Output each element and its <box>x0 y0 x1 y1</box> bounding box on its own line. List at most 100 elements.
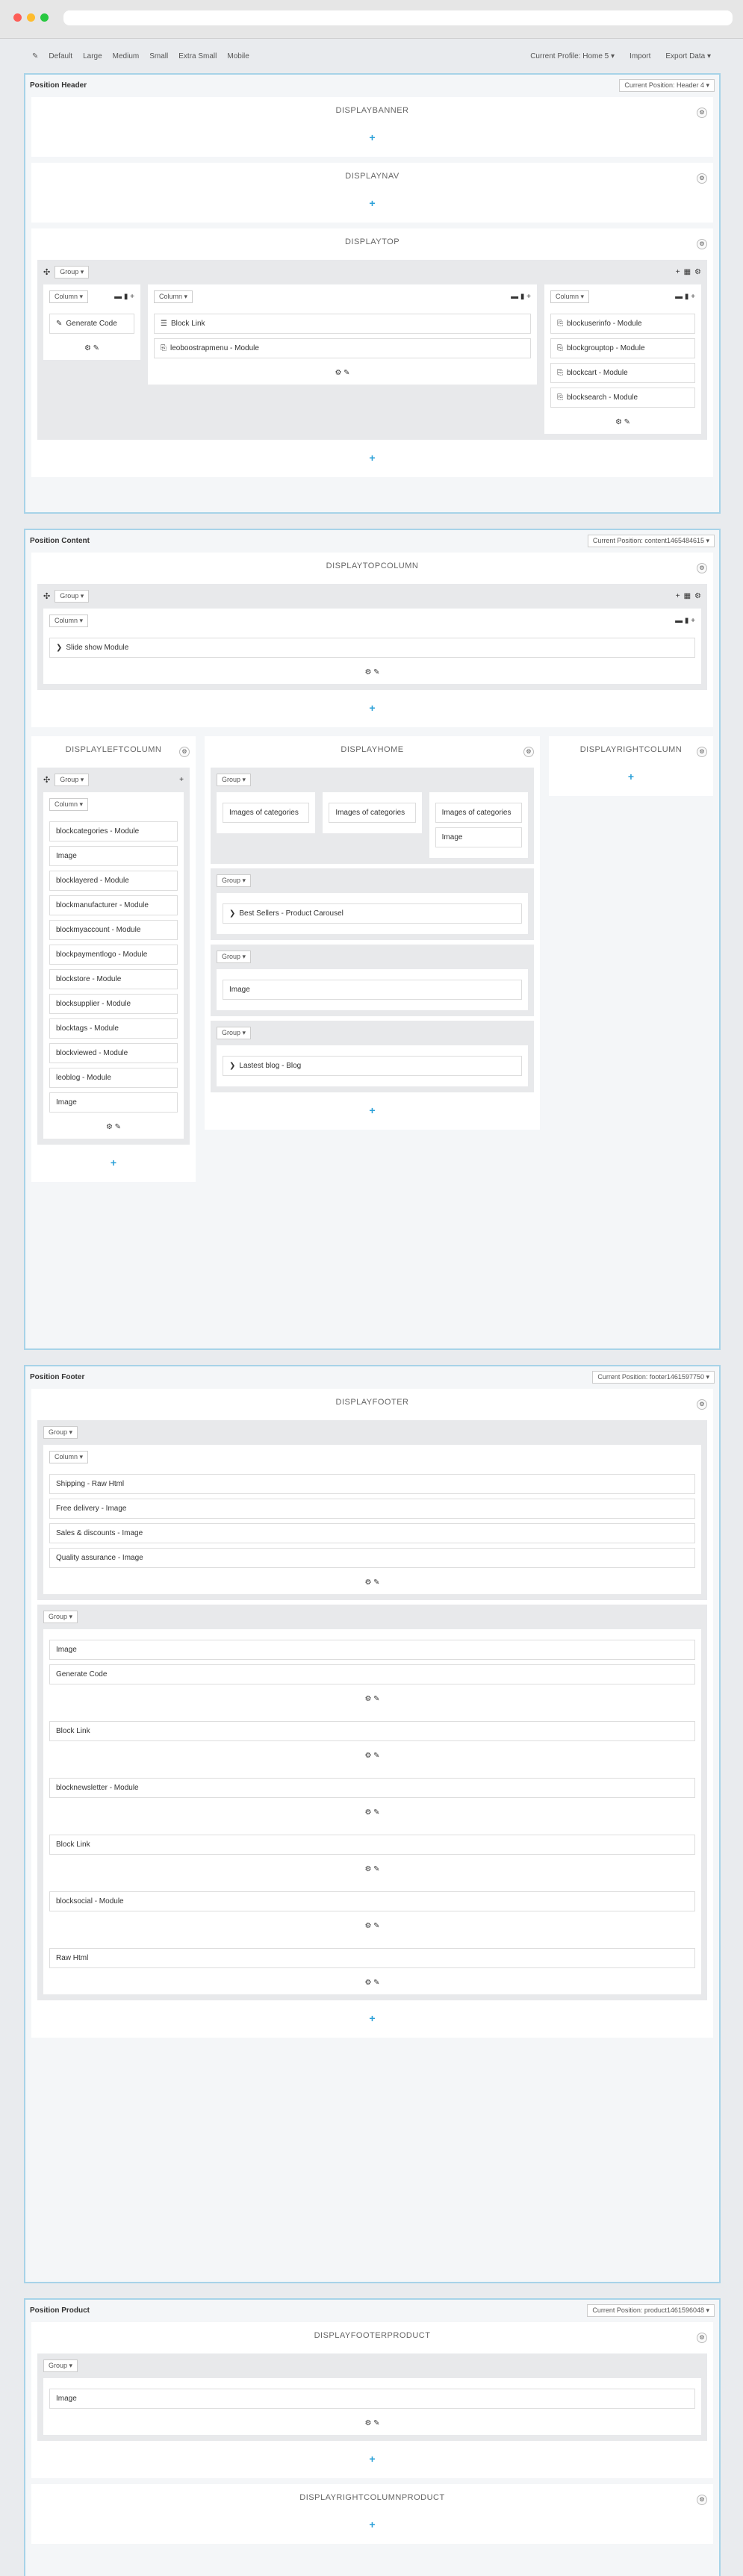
size-mobile[interactable]: Mobile <box>223 50 252 63</box>
size-default[interactable]: Default <box>45 50 76 63</box>
group-dropdown[interactable]: Group ▾ <box>43 2359 78 2372</box>
grid-icon[interactable]: ▦ <box>684 592 691 600</box>
module[interactable]: Block Link <box>49 1721 695 1741</box>
edit-icon[interactable]: ⚙ ✎ <box>49 1916 695 1932</box>
module[interactable]: blocksupplier - Module <box>49 994 178 1014</box>
add-icon[interactable]: + <box>37 124 707 151</box>
column-dropdown[interactable]: Column ▾ <box>49 290 89 303</box>
module[interactable]: ☰ Block Link <box>154 314 531 334</box>
module[interactable]: ⎘ leoboostrapmenu - Module <box>154 338 531 358</box>
add-icon[interactable]: + <box>37 1149 190 1176</box>
module[interactable]: Image <box>435 827 522 847</box>
add-icon[interactable]: + <box>211 1097 534 1124</box>
column-dropdown[interactable]: Column ▾ <box>49 1451 89 1463</box>
profile-button[interactable]: Current Profile: Home 5 ▾ <box>526 50 618 63</box>
gear-icon[interactable]: ⚙ <box>697 2333 707 2343</box>
gear-icon[interactable]: ⚙ <box>697 563 707 573</box>
gear-icon[interactable]: ⚙ <box>697 173 707 184</box>
close-dot[interactable] <box>13 13 22 22</box>
minimize-dot[interactable] <box>27 13 35 22</box>
module[interactable]: Images of categories <box>435 803 522 823</box>
edit-icon[interactable]: ⚙ ✎ <box>49 662 695 678</box>
module[interactable]: blockmanufacturer - Module <box>49 895 178 915</box>
group-dropdown[interactable]: Group ▾ <box>55 590 90 603</box>
module[interactable]: ✎ Generate Code <box>49 314 134 334</box>
gear-icon[interactable]: ⚙ <box>697 2495 707 2505</box>
module[interactable]: Generate Code <box>49 1664 695 1684</box>
edit-icon[interactable]: ⚙ ✎ <box>49 1572 695 1588</box>
module[interactable]: Image <box>49 1092 178 1113</box>
size-large[interactable]: Large <box>79 50 106 63</box>
current-position-button[interactable]: Current Position: footer1461597750 ▾ <box>592 1370 715 1384</box>
module[interactable]: blockmyaccount - Module <box>49 920 178 940</box>
group-dropdown[interactable]: Group ▾ <box>43 1611 78 1623</box>
module[interactable]: leoblog - Module <box>49 1068 178 1088</box>
add-icon[interactable]: + <box>555 763 707 790</box>
module[interactable]: Block Link <box>49 1835 695 1855</box>
current-position-button[interactable]: Current Position: Header 4 ▾ <box>619 78 715 92</box>
edit-icon[interactable]: ⚙ ✎ <box>154 363 531 379</box>
column-dropdown[interactable]: Column ▾ <box>550 290 590 303</box>
group-dropdown[interactable]: Group ▾ <box>217 774 252 786</box>
export-button[interactable]: Export Data ▾ <box>662 50 715 63</box>
module[interactable]: ⎘ blockcart - Module <box>550 363 695 383</box>
group-dropdown[interactable]: Group ▾ <box>55 266 90 279</box>
add-icon[interactable]: + <box>37 190 707 217</box>
module[interactable]: blocktags - Module <box>49 1018 178 1039</box>
add-icon[interactable]: + <box>676 268 680 276</box>
gear-icon[interactable]: ⚙ <box>697 1399 707 1410</box>
gear-icon[interactable]: ⚙ <box>694 268 701 276</box>
add-icon[interactable]: + <box>37 2445 707 2472</box>
edit-icon[interactable]: ⚙ ✎ <box>49 2413 695 2429</box>
edit-icon[interactable]: ⚙ ✎ <box>49 1859 695 1875</box>
grid-icon[interactable]: ▦ <box>684 268 691 276</box>
module[interactable]: blockpaymentlogo - Module <box>49 945 178 965</box>
size-medium[interactable]: Medium <box>109 50 143 63</box>
pencil-icon[interactable]: ✎ <box>28 50 42 63</box>
column-dropdown[interactable]: Column ▾ <box>49 615 89 627</box>
module[interactable]: Free delivery - Image <box>49 1499 695 1519</box>
module[interactable]: Image <box>223 980 522 1000</box>
gear-icon[interactable]: ⚙ <box>179 747 190 757</box>
module[interactable]: blockcategories - Module <box>49 821 178 841</box>
module[interactable]: ⎘ blockgrouptop - Module <box>550 338 695 358</box>
move-icon[interactable]: ✣ <box>43 591 50 601</box>
current-position-button[interactable]: Current Position: product1461596048 ▾ <box>587 2303 715 2317</box>
module[interactable]: ⎘ blocksearch - Module <box>550 388 695 408</box>
column-dropdown[interactable]: Column ▾ <box>49 798 89 811</box>
module[interactable]: blockstore - Module <box>49 969 178 989</box>
move-icon[interactable]: ✣ <box>43 775 50 785</box>
move-icon[interactable]: ✣ <box>43 267 50 277</box>
add-icon[interactable]: + <box>37 2005 707 2032</box>
module[interactable]: Images of categories <box>329 803 416 823</box>
column-tools[interactable]: ▬ ▮ + <box>675 293 695 301</box>
edit-icon[interactable]: ⚙ ✎ <box>550 412 695 428</box>
module[interactable]: blockviewed - Module <box>49 1043 178 1063</box>
group-dropdown[interactable]: Group ▾ <box>55 774 90 786</box>
group-dropdown[interactable]: Group ▾ <box>217 874 252 887</box>
gear-icon[interactable]: ⚙ <box>697 108 707 118</box>
module[interactable]: ❯ Best Sellers - Product Carousel <box>223 903 522 924</box>
add-icon[interactable]: + <box>37 694 707 721</box>
current-position-button[interactable]: Current Position: content1465484615 ▾ <box>587 534 715 547</box>
module[interactable]: Raw Html <box>49 1948 695 1968</box>
add-icon[interactable]: + <box>37 2511 707 2538</box>
gear-icon[interactable]: ⚙ <box>523 747 534 757</box>
module[interactable]: Sales & discounts - Image <box>49 1523 695 1543</box>
module[interactable]: ❯ Lastest blog - Blog <box>223 1056 522 1076</box>
group-dropdown[interactable]: Group ▾ <box>217 951 252 963</box>
column-dropdown[interactable]: Column ▾ <box>154 290 193 303</box>
import-button[interactable]: Import <box>626 50 654 63</box>
edit-icon[interactable]: ⚙ ✎ <box>49 338 134 354</box>
module[interactable]: blocklayered - Module <box>49 871 178 891</box>
module[interactable]: ⎘ blockuserinfo - Module <box>550 314 695 334</box>
maximize-dot[interactable] <box>40 13 49 22</box>
module[interactable]: Image <box>49 2389 695 2409</box>
column-tools[interactable]: ▬ ▮ + <box>675 617 695 625</box>
edit-icon[interactable]: ⚙ ✎ <box>49 1746 695 1761</box>
module[interactable]: Quality assurance - Image <box>49 1548 695 1568</box>
column-tools[interactable]: ▬ ▮ + <box>114 293 134 301</box>
module[interactable]: blocksocial - Module <box>49 1891 695 1911</box>
url-bar[interactable] <box>63 10 733 25</box>
group-dropdown[interactable]: Group ▾ <box>43 1426 78 1439</box>
